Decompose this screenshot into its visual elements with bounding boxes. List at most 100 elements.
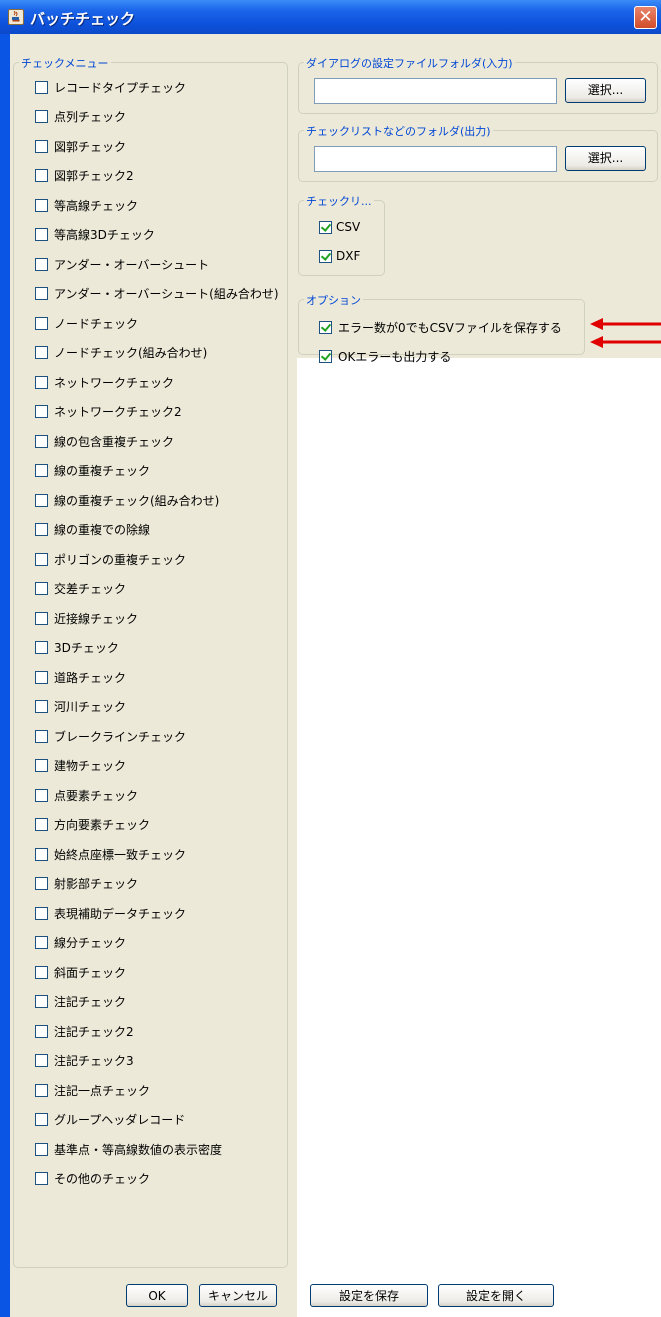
check-menu-item[interactable]: ネットワークチェック	[35, 374, 174, 390]
check-menu-item[interactable]: ノードチェック(組み合わせ)	[35, 345, 207, 361]
open-settings-button[interactable]: 設定を開く	[438, 1284, 554, 1307]
check-menu-item[interactable]: ネットワークチェック2	[35, 404, 182, 420]
check-menu-checkbox[interactable]	[35, 1113, 48, 1126]
check-menu-item[interactable]: 図郭チェック2	[35, 168, 134, 184]
check-menu-item[interactable]: 3Dチェック	[35, 640, 119, 656]
check-menu-checkbox[interactable]	[35, 906, 48, 920]
check-menu-item[interactable]: 注記チェック	[35, 994, 126, 1010]
check-menu-checkbox[interactable]	[35, 287, 48, 300]
close-icon[interactable]: ✕	[634, 6, 657, 29]
check-menu-checkbox[interactable]	[35, 1083, 48, 1097]
check-menu-checkbox[interactable]	[35, 1172, 48, 1185]
dialog-window: バッチチェック ✕ チェックメニュー レコードタイプチェック 点列チェック 図郭チェ…	[0, 0, 661, 1317]
check-menu-item[interactable]: 注記チェック2	[35, 1023, 134, 1039]
check-menu-item[interactable]: 始終点座標一致チェック	[35, 846, 186, 862]
checkbox-output-ok-errors[interactable]	[319, 349, 332, 363]
checklist-dxf-option[interactable]: DXF	[319, 248, 360, 264]
check-menu-checkbox[interactable]	[35, 346, 48, 359]
check-menu-item-label: 線の重複での除線	[54, 523, 151, 537]
check-menu-item[interactable]: 等高線チェック	[35, 197, 138, 213]
check-menu-item[interactable]: アンダー・オーバーシュート	[35, 256, 209, 272]
check-menu-checkbox[interactable]	[35, 493, 48, 507]
check-menu-checkbox[interactable]	[35, 434, 48, 448]
check-menu-checkbox[interactable]	[35, 582, 48, 595]
check-menu-item[interactable]: 線分チェック	[35, 935, 126, 951]
check-menu-checkbox[interactable]	[35, 169, 48, 182]
check-menu-item[interactable]: グループヘッダレコード	[35, 1112, 185, 1128]
check-menu-checkbox[interactable]	[35, 552, 48, 566]
check-menu-checkbox[interactable]	[35, 110, 48, 123]
check-menu-checkbox[interactable]	[35, 375, 48, 389]
check-menu-item[interactable]: 線の重複チェック(組み合わせ)	[35, 492, 219, 508]
check-menu-checkbox[interactable]	[35, 818, 48, 831]
check-menu-checkbox[interactable]	[35, 139, 48, 153]
checklist-format-group: チェックリ... CSV DXF	[298, 193, 385, 276]
check-menu-checkbox[interactable]	[35, 1054, 48, 1067]
check-menu-checkbox[interactable]	[35, 464, 48, 477]
input-folder-field[interactable]	[314, 78, 557, 104]
check-menu-item[interactable]: 基準点・等高線数値の表示密度	[35, 1141, 222, 1157]
check-menu-checkbox[interactable]	[35, 405, 48, 418]
check-menu-item[interactable]: ブレークラインチェック	[35, 728, 186, 744]
check-menu-item[interactable]: 交差チェック	[35, 581, 126, 597]
check-menu-item[interactable]: 建物チェック	[35, 758, 126, 774]
check-menu-item[interactable]: 線の重複での除線	[35, 522, 150, 538]
check-menu-checkbox[interactable]	[35, 316, 48, 330]
check-menu-item[interactable]: 表現補助データチェック	[35, 905, 186, 921]
check-menu-item[interactable]: 点列チェック	[35, 109, 126, 125]
save-settings-button[interactable]: 設定を保存	[310, 1284, 428, 1307]
check-menu-checkbox[interactable]	[35, 198, 48, 212]
title-bar[interactable]: バッチチェック ✕	[0, 0, 661, 34]
check-menu-item[interactable]: 道路チェック	[35, 669, 126, 685]
check-menu-item[interactable]: 近接線チェック	[35, 610, 138, 626]
check-menu-checkbox[interactable]	[35, 80, 48, 94]
check-menu-checkbox[interactable]	[35, 1024, 48, 1038]
ok-button[interactable]: OK	[126, 1284, 188, 1307]
check-menu-checkbox[interactable]	[35, 965, 48, 979]
check-menu-checkbox[interactable]	[35, 700, 48, 713]
checkbox-dxf[interactable]	[319, 249, 332, 263]
check-menu-item-label: 線分チェック	[54, 936, 127, 950]
checkbox-save-csv-zero-errors[interactable]	[319, 320, 332, 334]
output-folder-legend: チェックリストなどのフォルダ(出力)	[304, 123, 493, 139]
cancel-button[interactable]: キャンセル	[199, 1284, 277, 1307]
check-menu-checkbox[interactable]	[35, 523, 48, 536]
check-menu-checkbox[interactable]	[35, 729, 48, 743]
check-menu-checkbox[interactable]	[35, 1142, 48, 1156]
check-menu-checkbox[interactable]	[35, 995, 48, 1008]
output-folder-select-button[interactable]: 選択...	[565, 146, 646, 171]
check-menu-item-label: 始終点座標一致チェック	[54, 847, 187, 862]
option-output-ok-errors[interactable]: OKエラーも出力する	[319, 348, 451, 364]
check-menu-item[interactable]: 注記チェック3	[35, 1053, 134, 1069]
check-menu-item[interactable]: 射影部チェック	[35, 876, 138, 892]
check-menu-checkbox[interactable]	[35, 228, 48, 241]
option-save-csv-zero-errors[interactable]: エラー数が0でもCSVファイルを保存する	[319, 319, 562, 335]
check-menu-item[interactable]: 図郭チェック	[35, 138, 126, 154]
check-menu-item[interactable]: 線の包含重複チェック	[35, 433, 174, 449]
check-menu-checkbox[interactable]	[35, 877, 48, 890]
check-menu-item[interactable]: ポリゴンの重複チェック	[35, 551, 186, 567]
check-menu-checkbox[interactable]	[35, 257, 48, 271]
check-menu-checkbox[interactable]	[35, 611, 48, 625]
check-menu-checkbox[interactable]	[35, 788, 48, 802]
checkbox-csv[interactable]	[319, 220, 332, 234]
check-menu-item[interactable]: レコードタイプチェック	[35, 79, 186, 95]
check-menu-item[interactable]: 河川チェック	[35, 699, 126, 715]
check-menu-item[interactable]: 方向要素チェック	[35, 817, 150, 833]
check-menu-checkbox[interactable]	[35, 936, 48, 949]
input-folder-select-button[interactable]: 選択...	[565, 78, 646, 103]
check-menu-item[interactable]: アンダー・オーバーシュート(組み合わせ)	[35, 286, 279, 302]
checklist-csv-option[interactable]: CSV	[319, 219, 360, 235]
check-menu-item[interactable]: 点要素チェック	[35, 787, 138, 803]
check-menu-item[interactable]: 注記一点チェック	[35, 1082, 150, 1098]
check-menu-item[interactable]: 線の重複チェック	[35, 463, 150, 479]
check-menu-item[interactable]: その他のチェック	[35, 1171, 150, 1187]
check-menu-checkbox[interactable]	[35, 847, 48, 861]
check-menu-checkbox[interactable]	[35, 759, 48, 772]
check-menu-checkbox[interactable]	[35, 670, 48, 684]
check-menu-item[interactable]: ノードチェック	[35, 315, 138, 331]
check-menu-item[interactable]: 斜面チェック	[35, 964, 126, 980]
output-folder-field[interactable]	[314, 146, 557, 172]
check-menu-item[interactable]: 等高線3Dチェック	[35, 227, 155, 243]
check-menu-checkbox[interactable]	[35, 641, 48, 654]
